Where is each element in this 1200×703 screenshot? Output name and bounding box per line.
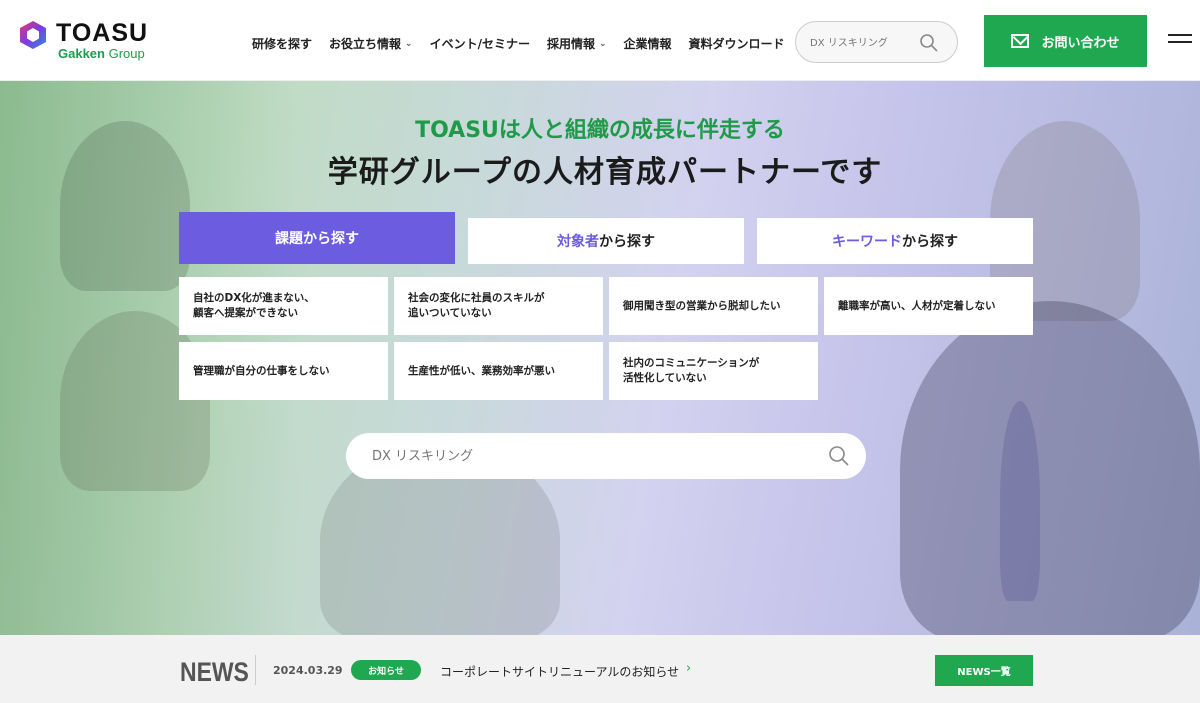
- tab-label: から探す: [599, 234, 655, 250]
- issue-card-text: 離職率が高い、人材が定着しない: [838, 299, 996, 314]
- logo-wordmark: TOASU: [56, 19, 149, 47]
- issue-card-line: 御用聞き型の営業から脱却したい: [623, 299, 781, 312]
- nav-item-training[interactable]: 研修を探す: [252, 35, 312, 52]
- issue-card[interactable]: 離職率が高い、人材が定着しない: [824, 277, 1033, 335]
- nav-label: 資料ダウンロード: [688, 37, 785, 51]
- logo-sub-light: Group: [104, 46, 145, 61]
- tab-label-highlight: 対象者: [557, 234, 599, 250]
- logo-sub-bold: Gakken: [58, 46, 105, 61]
- hero-photo-figure: [1000, 401, 1040, 601]
- search-icon[interactable]: [919, 33, 939, 53]
- tab-label: から探す: [902, 234, 958, 250]
- issue-card[interactable]: 御用聞き型の営業から脱却したい: [609, 277, 818, 335]
- issue-card-line: 顧客へ提案ができない: [193, 307, 298, 319]
- issue-card-line: 追いついていない: [408, 307, 492, 319]
- issue-card-line: 活性化していない: [623, 372, 707, 384]
- issue-card[interactable]: 生産性が低い、業務効率が悪い: [394, 342, 603, 400]
- search-icon[interactable]: [828, 445, 850, 467]
- issue-card-text: 御用聞き型の営業から脱却したい: [623, 299, 781, 314]
- news-list-button[interactable]: NEWS一覧: [935, 655, 1033, 686]
- tab-search-by-target[interactable]: 対象者 から探す: [468, 218, 744, 264]
- issue-card-line: 管理職が自分の仕事をしない: [193, 364, 330, 377]
- hero-section: TOASUは人と組織の成長に伴走する 学研グループの人材育成パートナーです 課題…: [0, 81, 1200, 635]
- issue-card-line: 自社のDX化が進まない、: [193, 292, 315, 304]
- toasu-logo-mark-icon: [20, 21, 46, 49]
- issue-card[interactable]: 自社のDX化が進まない、 顧客へ提案ができない: [179, 277, 388, 335]
- issue-card[interactable]: 社会の変化に社員のスキルが 追いついていない: [394, 277, 603, 335]
- mail-icon: [1011, 34, 1030, 48]
- news-heading: NEWS: [180, 657, 249, 687]
- issue-card-text: 社会の変化に社員のスキルが 追いついていない: [408, 291, 545, 321]
- issue-card-line: 離職率が高い、人材が定着しない: [838, 299, 996, 312]
- nav-item-events[interactable]: イベント/セミナー: [430, 35, 530, 52]
- chevron-down-icon: ⌄: [598, 38, 607, 49]
- tab-label: 課題から探す: [275, 231, 359, 247]
- nav-item-recruit[interactable]: 採用情報 ⌄: [547, 35, 607, 52]
- nav-item-useful-info[interactable]: お役立ち情報 ⌄: [329, 35, 413, 52]
- news-category-badge: お知らせ: [351, 660, 421, 680]
- nav-label: 採用情報: [546, 37, 595, 51]
- main-nav: 研修を探す お役立ち情報 ⌄ イベント/セミナー 採用情報 ⌄ 企業情報 資料ダウン…: [252, 35, 802, 52]
- divider: [255, 655, 256, 685]
- issue-card-text: 生産性が低い、業務効率が悪い: [408, 364, 555, 379]
- news-item-link[interactable]: コーポレートサイトリニューアルのお知らせ: [440, 663, 679, 680]
- hamburger-line: [1168, 41, 1192, 43]
- hero-title: 学研グループの人材育成パートナーです: [327, 155, 883, 190]
- issue-card-line: 社会の変化に社員のスキルが: [408, 292, 545, 304]
- header-search: [795, 21, 958, 63]
- tab-search-by-keyword[interactable]: キーワード から探す: [757, 218, 1033, 264]
- hero-photo-figure: [60, 311, 210, 491]
- logo-group-name: Gakken Group: [58, 47, 145, 61]
- hero-search: [346, 433, 866, 479]
- hero-photo-figure: [900, 301, 1200, 635]
- nav-label: 企業情報: [623, 37, 672, 51]
- issue-card-line: 生産性が低い、業務効率が悪い: [408, 364, 555, 377]
- nav-item-downloads[interactable]: 資料ダウンロード: [689, 35, 785, 52]
- site-header: TOASU Gakken Group 研修を探す お役立ち情報 ⌄ イベント/セミ…: [0, 0, 1200, 81]
- hamburger-line: [1168, 34, 1192, 36]
- nav-label: イベント/セミナー: [429, 37, 530, 51]
- issue-card-text: 社内のコミュニケーションが 活性化していない: [623, 356, 759, 386]
- nav-item-company[interactable]: 企業情報: [624, 35, 672, 52]
- nav-label: お役立ち情報: [329, 37, 402, 51]
- toasu-logo[interactable]: TOASU Gakken Group: [18, 18, 158, 64]
- contact-button[interactable]: お問い合わせ: [984, 15, 1147, 67]
- news-bar: NEWS 2024.03.29 お知らせ コーポレートサイトリニューアルのお知ら…: [0, 635, 1200, 703]
- chevron-down-icon: ⌄: [405, 38, 413, 49]
- news-date: 2024.03.29: [273, 664, 343, 677]
- nav-label: 研修を探す: [252, 37, 313, 51]
- hero-search-input[interactable]: [372, 445, 802, 467]
- issue-card[interactable]: 管理職が自分の仕事をしない: [179, 342, 388, 400]
- issue-card-text: 管理職が自分の仕事をしない: [193, 364, 330, 379]
- header-search-input[interactable]: [810, 33, 920, 53]
- tab-search-by-issue[interactable]: 課題から探す: [179, 212, 455, 264]
- hero-subtitle: TOASUは人と組織の成長に伴走する: [415, 118, 785, 143]
- hamburger-menu-icon[interactable]: [1168, 33, 1192, 49]
- issue-card-line: 社内のコミュニケーションが: [623, 357, 760, 369]
- chevron-right-icon[interactable]: ›: [686, 661, 691, 676]
- issue-card-text: 自社のDX化が進まない、 顧客へ提案ができない: [193, 291, 315, 321]
- contact-button-label: お問い合わせ: [1041, 35, 1120, 51]
- tab-label-highlight: キーワード: [832, 234, 902, 250]
- issue-card[interactable]: 社内のコミュニケーションが 活性化していない: [609, 342, 818, 400]
